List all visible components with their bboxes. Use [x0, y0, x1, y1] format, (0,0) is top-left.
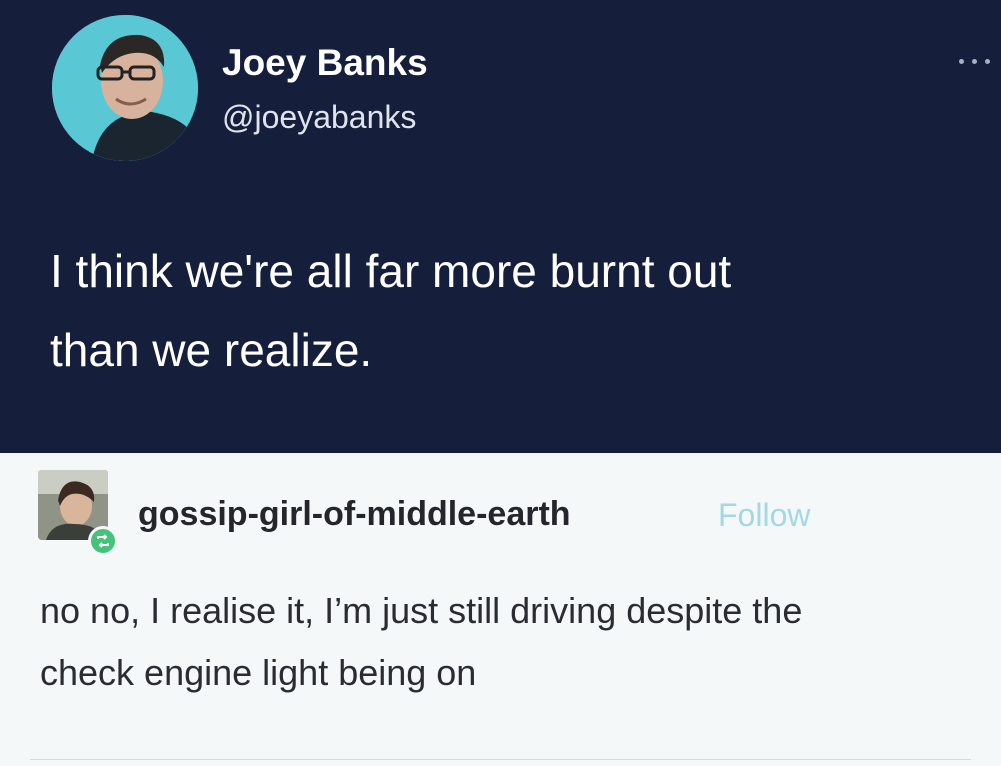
tweet-text: I think we're all far more burnt out tha…	[50, 232, 970, 390]
blog-username[interactable]: gossip-girl-of-middle-earth	[138, 495, 571, 534]
reblog-post: gossip-girl-of-middle-earth Follow no no…	[0, 453, 1001, 766]
author-name[interactable]: Joey Banks	[222, 42, 428, 84]
reblog-icon-glyph	[97, 534, 109, 548]
author-handle[interactable]: @joeyabanks	[222, 99, 416, 136]
reblog-text-line: no no, I realise it, I’m just still driv…	[40, 590, 803, 631]
divider	[30, 759, 971, 760]
reblog-text: no no, I realise it, I’m just still driv…	[40, 580, 990, 704]
tweet-text-line: than we realize.	[50, 324, 373, 376]
reblog-icon	[88, 526, 118, 556]
avatar-image	[52, 15, 198, 161]
tweet-text-line: I think we're all far more burnt out	[50, 245, 732, 297]
follow-button[interactable]: Follow	[718, 497, 810, 534]
reblog-text-line: check engine light being on	[40, 652, 477, 693]
screenshot: Joey Banks @joeyabanks I think we're all…	[0, 0, 1001, 766]
avatar[interactable]	[52, 15, 198, 161]
tweet-card: Joey Banks @joeyabanks I think we're all…	[0, 0, 1001, 453]
more-horizontal-icon[interactable]	[955, 50, 997, 74]
